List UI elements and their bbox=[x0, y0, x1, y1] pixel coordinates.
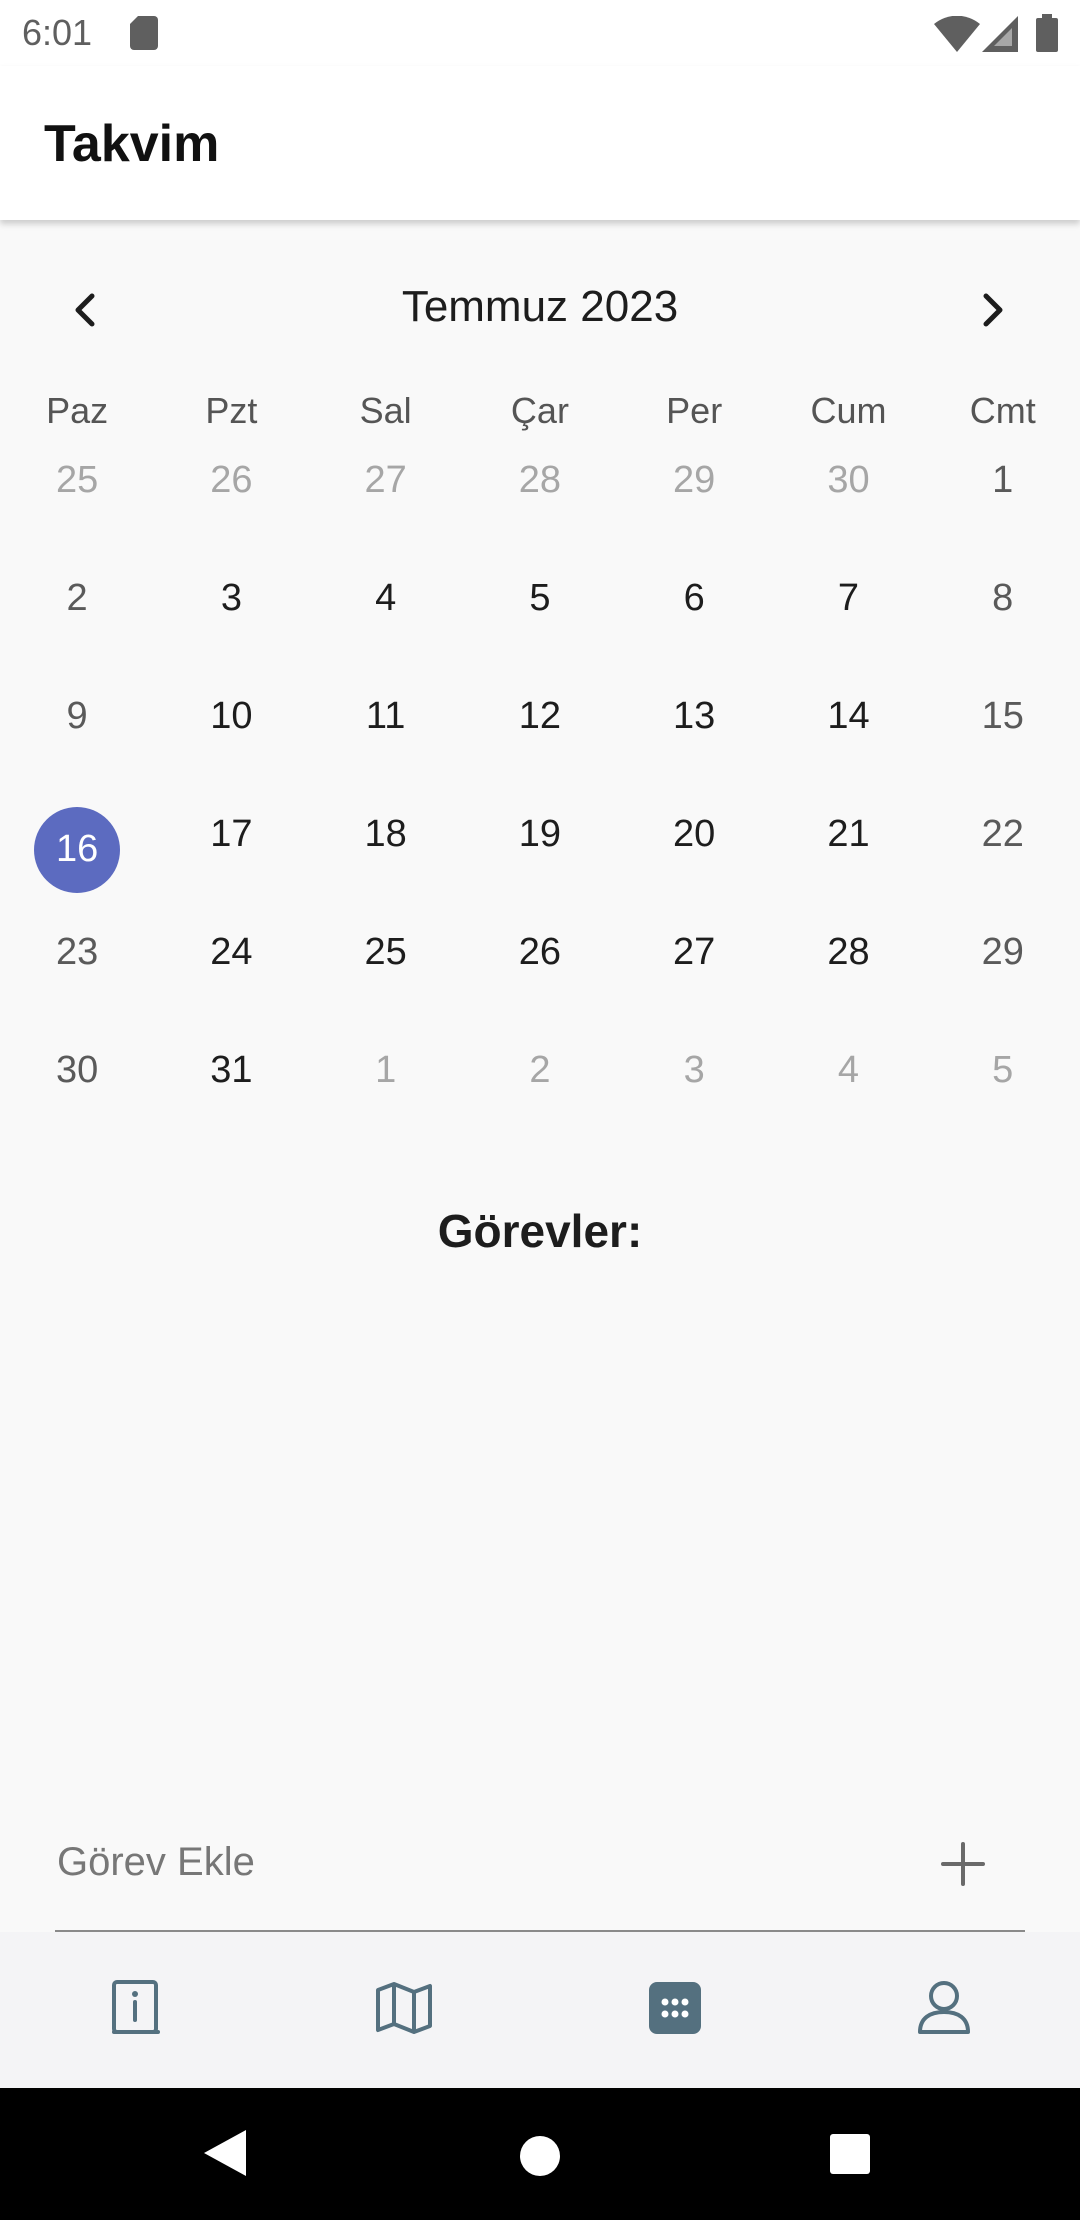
month-header: Temmuz 2023 bbox=[0, 260, 1080, 356]
add-task-field bbox=[55, 1810, 1025, 1932]
add-task-button[interactable] bbox=[933, 1834, 993, 1894]
calendar-day[interactable]: 11 bbox=[309, 675, 463, 793]
week-row: 9 10 11 12 13 14 15 bbox=[0, 675, 1080, 793]
chevron-right-icon bbox=[983, 293, 1003, 327]
calendar-day[interactable]: 30 bbox=[771, 439, 925, 557]
status-time: 6:01 bbox=[22, 12, 93, 53]
calendar-day[interactable]: 4 bbox=[771, 1029, 925, 1147]
week-row: 16 17 18 19 20 21 22 bbox=[0, 793, 1080, 911]
calendar-day[interactable]: 1 bbox=[926, 439, 1080, 557]
nav-map-button[interactable] bbox=[372, 1976, 436, 2040]
calendar-day[interactable]: 8 bbox=[926, 557, 1080, 675]
system-recents-button[interactable] bbox=[828, 2132, 872, 2181]
calendar-day[interactable]: 2 bbox=[0, 557, 154, 675]
battery-icon bbox=[1036, 14, 1058, 57]
nav-profile-button[interactable] bbox=[912, 1976, 976, 2040]
calendar-grid-icon bbox=[649, 1982, 701, 2034]
calendar-day[interactable]: 28 bbox=[463, 439, 617, 557]
add-task-input[interactable] bbox=[55, 1828, 919, 1896]
calendar-day[interactable]: 23 bbox=[0, 911, 154, 1029]
system-back-button[interactable] bbox=[202, 2128, 248, 2183]
calendar-day[interactable]: 29 bbox=[617, 439, 771, 557]
calendar-day[interactable]: 13 bbox=[617, 675, 771, 793]
system-home-button[interactable] bbox=[518, 2134, 562, 2183]
map-icon bbox=[376, 1982, 432, 2034]
month-title: Temmuz 2023 bbox=[401, 282, 679, 331]
sd-card-icon bbox=[130, 16, 160, 55]
recents-square-icon bbox=[830, 2134, 870, 2174]
calendar-day[interactable]: 30 bbox=[0, 1029, 154, 1147]
calendar-day[interactable]: 28 bbox=[771, 911, 925, 1029]
calendar-day[interactable]: 19 bbox=[463, 793, 617, 911]
calendar-day[interactable]: 26 bbox=[154, 439, 308, 557]
tasks-heading: Görevler: bbox=[437, 1205, 643, 1257]
weekday-label: Sal bbox=[359, 390, 412, 431]
system-navigation-bar bbox=[0, 2088, 1080, 2220]
calendar-day[interactable]: 15 bbox=[926, 675, 1080, 793]
calendar-day[interactable]: 5 bbox=[463, 557, 617, 675]
weekday-header: Paz Pzt Sal Çar Per Cum Cmt bbox=[0, 390, 1080, 432]
calendar-day[interactable]: 17 bbox=[154, 793, 308, 911]
week-row: 23 24 25 26 27 28 29 bbox=[0, 911, 1080, 1029]
calendar-day[interactable]: 25 bbox=[0, 439, 154, 557]
calendar-day[interactable]: 22 bbox=[926, 793, 1080, 911]
calendar-grid: 25 26 27 28 29 30 1 2 3 4 5 6 7 8 9 10 1… bbox=[0, 439, 1080, 1147]
weekday-label: Cmt bbox=[969, 390, 1036, 431]
calendar-day[interactable]: 14 bbox=[771, 675, 925, 793]
calendar-day[interactable]: 2 bbox=[463, 1029, 617, 1147]
calendar-day[interactable]: 5 bbox=[926, 1029, 1080, 1147]
calendar-day[interactable]: 26 bbox=[463, 911, 617, 1029]
cell-signal-icon bbox=[982, 16, 1018, 57]
calendar-day[interactable]: 3 bbox=[617, 1029, 771, 1147]
calendar-day[interactable]: 1 bbox=[309, 1029, 463, 1147]
home-circle-icon bbox=[520, 2136, 560, 2176]
status-bar: 6:01 bbox=[0, 0, 1080, 66]
calendar-day[interactable]: 27 bbox=[617, 911, 771, 1029]
calendar-day[interactable]: 24 bbox=[154, 911, 308, 1029]
weekday-label: Çar bbox=[510, 390, 569, 431]
calendar-day[interactable]: 3 bbox=[154, 557, 308, 675]
weekday-label: Pzt bbox=[205, 390, 258, 431]
calendar-day[interactable]: 10 bbox=[154, 675, 308, 793]
calendar-day[interactable]: 4 bbox=[309, 557, 463, 675]
week-row: 25 26 27 28 29 30 1 bbox=[0, 439, 1080, 557]
week-row: 30 31 1 2 3 4 5 bbox=[0, 1029, 1080, 1147]
profile-icon bbox=[918, 1981, 970, 2034]
calendar-day[interactable]: 6 bbox=[617, 557, 771, 675]
back-triangle-icon bbox=[204, 2130, 246, 2176]
week-row: 2 3 4 5 6 7 8 bbox=[0, 557, 1080, 675]
calendar-day[interactable]: 21 bbox=[771, 793, 925, 911]
calendar-day[interactable]: 20 bbox=[617, 793, 771, 911]
weekday-label: Cum bbox=[810, 390, 887, 431]
nav-calendar-button[interactable] bbox=[643, 1976, 707, 2040]
info-book-icon bbox=[112, 1980, 160, 2034]
calendar-day[interactable]: 31 bbox=[154, 1029, 308, 1147]
wifi-icon bbox=[934, 15, 980, 57]
plus-icon bbox=[941, 1842, 985, 1886]
next-month-button[interactable] bbox=[962, 280, 1022, 340]
app-bar: Takvim bbox=[0, 66, 1080, 220]
calendar-day[interactable]: 18 bbox=[309, 793, 463, 911]
calendar-day[interactable]: 25 bbox=[309, 911, 463, 1029]
weekday-label: Per bbox=[666, 390, 723, 431]
bottom-navigation bbox=[0, 1932, 1080, 2088]
selected-day[interactable]: 16 bbox=[0, 793, 154, 911]
calendar-day[interactable]: 12 bbox=[463, 675, 617, 793]
page-title: Takvim bbox=[44, 115, 220, 173]
nav-info-button[interactable] bbox=[104, 1976, 168, 2040]
weekday-label: Paz bbox=[46, 390, 109, 431]
calendar-day[interactable]: 7 bbox=[771, 557, 925, 675]
calendar-day[interactable]: 27 bbox=[309, 439, 463, 557]
calendar-day[interactable]: 29 bbox=[926, 911, 1080, 1029]
calendar-day[interactable]: 9 bbox=[0, 675, 154, 793]
